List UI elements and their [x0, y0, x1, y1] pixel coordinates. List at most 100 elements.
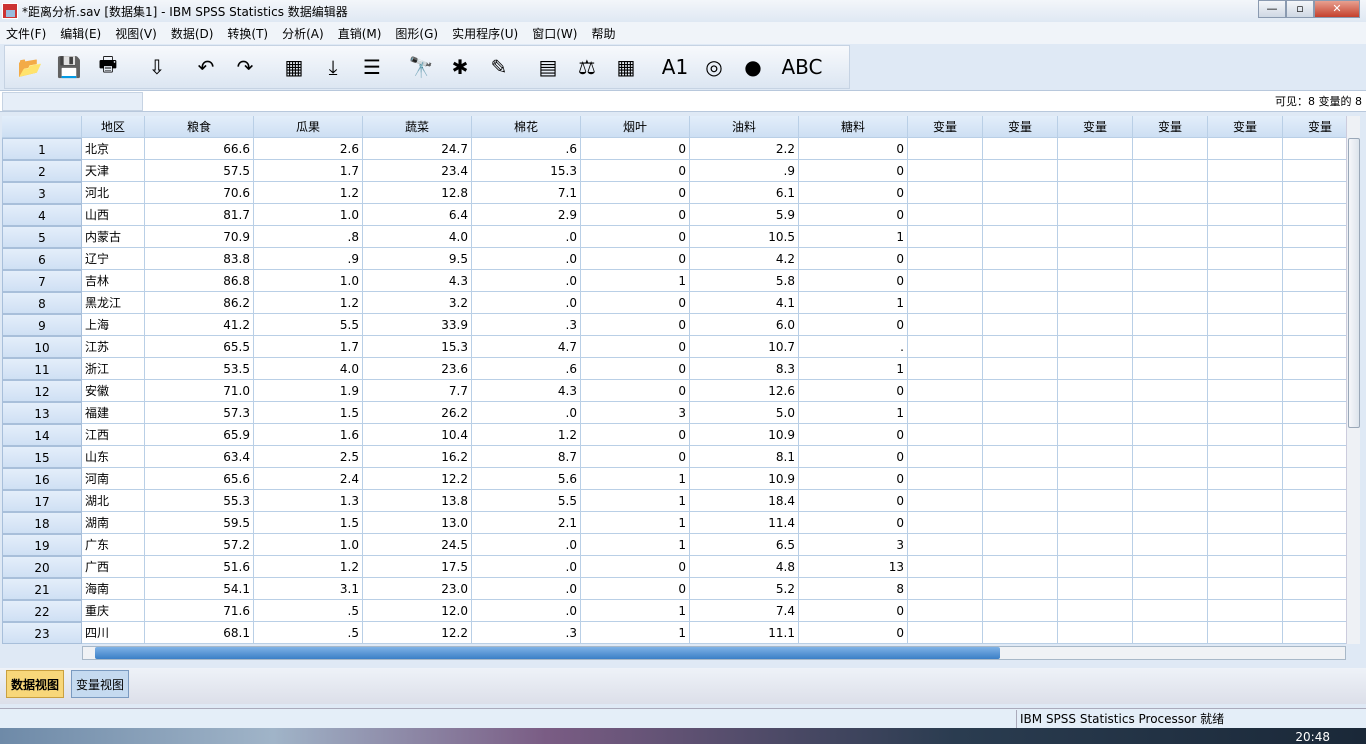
- data-cell[interactable]: 13.8: [363, 490, 472, 512]
- data-cell[interactable]: 65.5: [145, 336, 254, 358]
- empty-cell[interactable]: [1208, 622, 1283, 644]
- data-cell[interactable]: 12.6: [690, 380, 799, 402]
- data-cell[interactable]: 83.8: [145, 248, 254, 270]
- row-number[interactable]: 18: [2, 512, 82, 534]
- data-cell[interactable]: 86.8: [145, 270, 254, 292]
- data-cell[interactable]: 10.7: [690, 336, 799, 358]
- empty-cell[interactable]: [908, 380, 983, 402]
- empty-cell[interactable]: [1283, 160, 1346, 182]
- data-cell[interactable]: .3: [472, 622, 581, 644]
- empty-cell[interactable]: [1283, 314, 1346, 336]
- data-cell[interactable]: 0: [799, 446, 908, 468]
- data-cell[interactable]: 2.6: [254, 138, 363, 160]
- data-cell[interactable]: 5.5: [254, 314, 363, 336]
- empty-cell[interactable]: [1283, 336, 1346, 358]
- data-cell[interactable]: 1: [581, 622, 690, 644]
- data-cell[interactable]: 湖北: [82, 490, 145, 512]
- data-cell[interactable]: 13.0: [363, 512, 472, 534]
- data-cell[interactable]: 1.5: [254, 512, 363, 534]
- data-cell[interactable]: 黑龙江: [82, 292, 145, 314]
- data-cell[interactable]: 天津: [82, 160, 145, 182]
- empty-cell[interactable]: [1208, 402, 1283, 424]
- row-number[interactable]: 19: [2, 534, 82, 556]
- data-cell[interactable]: .6: [472, 138, 581, 160]
- empty-cell[interactable]: [1133, 138, 1208, 160]
- empty-cell[interactable]: [1058, 160, 1133, 182]
- variables-icon[interactable]: ☰: [355, 50, 389, 84]
- row-number[interactable]: 22: [2, 600, 82, 622]
- data-cell[interactable]: .3: [472, 314, 581, 336]
- data-cell[interactable]: 2.4: [254, 468, 363, 490]
- data-cell[interactable]: 河南: [82, 468, 145, 490]
- empty-cell[interactable]: [908, 424, 983, 446]
- data-cell[interactable]: 12.8: [363, 182, 472, 204]
- data-cell[interactable]: 66.6: [145, 138, 254, 160]
- split-file-icon[interactable]: ▤: [531, 50, 565, 84]
- empty-cell[interactable]: [1208, 138, 1283, 160]
- empty-cell[interactable]: [908, 358, 983, 380]
- empty-cell[interactable]: [908, 512, 983, 534]
- data-cell[interactable]: 71.0: [145, 380, 254, 402]
- data-cell[interactable]: 5.6: [472, 468, 581, 490]
- data-cell[interactable]: 4.3: [363, 270, 472, 292]
- empty-cell[interactable]: [1208, 336, 1283, 358]
- data-cell[interactable]: 70.9: [145, 226, 254, 248]
- empty-cell[interactable]: [983, 534, 1058, 556]
- data-cell[interactable]: 81.7: [145, 204, 254, 226]
- data-cell[interactable]: 1: [581, 270, 690, 292]
- column-header[interactable]: 瓜果: [254, 116, 363, 138]
- empty-cell[interactable]: [908, 204, 983, 226]
- empty-cell[interactable]: [1133, 402, 1208, 424]
- empty-cell[interactable]: [1208, 160, 1283, 182]
- horizontal-scroll-thumb[interactable]: [95, 647, 1000, 659]
- data-cell[interactable]: 0: [799, 248, 908, 270]
- empty-cell[interactable]: [1058, 402, 1133, 424]
- empty-cell[interactable]: [1208, 182, 1283, 204]
- data-cell[interactable]: .5: [254, 600, 363, 622]
- data-cell[interactable]: 68.1: [145, 622, 254, 644]
- data-cell[interactable]: 11.1: [690, 622, 799, 644]
- data-cell[interactable]: 浙江: [82, 358, 145, 380]
- data-cell[interactable]: .6: [472, 358, 581, 380]
- empty-cell[interactable]: [1283, 622, 1346, 644]
- empty-cell[interactable]: [983, 446, 1058, 468]
- data-cell[interactable]: .9: [690, 160, 799, 182]
- data-cell[interactable]: 江西: [82, 424, 145, 446]
- data-cell[interactable]: .9: [254, 248, 363, 270]
- data-cell[interactable]: 8: [799, 578, 908, 600]
- empty-cell[interactable]: [1058, 490, 1133, 512]
- empty-cell[interactable]: [1058, 336, 1133, 358]
- empty-cell[interactable]: [1283, 380, 1346, 402]
- empty-cell[interactable]: [1133, 534, 1208, 556]
- data-cell[interactable]: 3: [581, 402, 690, 424]
- data-cell[interactable]: 4.3: [472, 380, 581, 402]
- vertical-scrollbar[interactable]: [1346, 116, 1360, 644]
- empty-cell[interactable]: [1133, 292, 1208, 314]
- data-cell[interactable]: 0: [581, 204, 690, 226]
- redo-icon[interactable]: ↷: [228, 50, 262, 84]
- empty-cell[interactable]: [1208, 534, 1283, 556]
- empty-cell[interactable]: [1208, 270, 1283, 292]
- data-cell[interactable]: 0: [799, 160, 908, 182]
- data-cell[interactable]: 4.1: [690, 292, 799, 314]
- corner-cell[interactable]: [2, 116, 82, 138]
- goto-variable-icon[interactable]: ⤓: [316, 50, 350, 84]
- empty-cell[interactable]: [908, 270, 983, 292]
- empty-cell[interactable]: [908, 490, 983, 512]
- data-cell[interactable]: 65.6: [145, 468, 254, 490]
- data-cell[interactable]: 0: [799, 138, 908, 160]
- empty-cell[interactable]: [1058, 270, 1133, 292]
- empty-cell[interactable]: [983, 468, 1058, 490]
- data-cell[interactable]: 1: [799, 292, 908, 314]
- column-header[interactable]: 烟叶: [581, 116, 690, 138]
- empty-cell[interactable]: [1283, 556, 1346, 578]
- spell-check-icon[interactable]: ABC: [782, 50, 823, 84]
- data-cell[interactable]: 1.2: [254, 292, 363, 314]
- empty-cell[interactable]: [1133, 270, 1208, 292]
- data-cell[interactable]: 8.7: [472, 446, 581, 468]
- data-cell[interactable]: 23.0: [363, 578, 472, 600]
- tab-variable-view[interactable]: 变量视图: [71, 670, 130, 698]
- empty-cell[interactable]: [1283, 468, 1346, 490]
- data-cell[interactable]: 0: [581, 226, 690, 248]
- data-cell[interactable]: 1: [581, 534, 690, 556]
